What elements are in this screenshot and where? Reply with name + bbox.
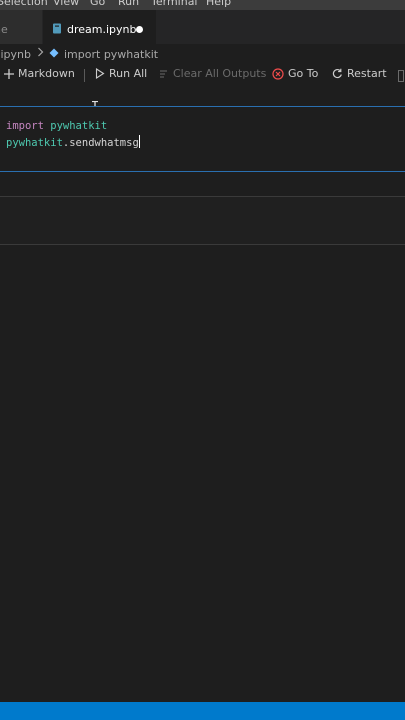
unsaved-dot-icon[interactable] (136, 26, 143, 33)
tab-label: dream.ipynb (67, 23, 137, 36)
breadcrumb-file[interactable]: .ipynb (0, 48, 31, 61)
editor-tab-bar: ne dream.ipynb (0, 10, 405, 44)
menu-item-help[interactable]: Help (206, 0, 231, 8)
restart-button[interactable]: Restart (332, 67, 387, 80)
menu-bar: Selection View Go Run Terminal Help (0, 0, 405, 10)
go-to-button[interactable]: Go To (272, 67, 318, 80)
markdown-label: Markdown (18, 67, 75, 80)
tab-inactive-label: ne (0, 23, 8, 36)
play-icon (95, 68, 105, 79)
notebook-toolbar: Markdown Run All Clear All Outputs Go To… (0, 64, 405, 86)
menu-item-terminal[interactable]: Terminal (151, 0, 198, 8)
clear-all-icon (160, 69, 167, 78)
toolbar-divider (84, 69, 85, 82)
restart-label: Restart (347, 67, 387, 80)
notebook-icon (53, 23, 61, 34)
empty-cell[interactable] (0, 196, 405, 245)
chevron-right-icon (37, 47, 44, 60)
tab-dream-ipynb[interactable]: dream.ipynb (43, 10, 156, 44)
menu-item-go[interactable]: Go (90, 0, 105, 8)
clear-all-outputs-button[interactable]: Clear All Outputs (159, 67, 266, 80)
code-object: pywhatkit (6, 137, 63, 149)
status-bar (0, 702, 405, 720)
run-all-label: Run All (109, 67, 148, 80)
menu-item-view[interactable]: View (53, 0, 79, 8)
code-member: sendwhatmsg (69, 137, 139, 149)
code-line-1: import pywhatkit (6, 118, 140, 135)
code-cell[interactable]: import pywhatkit pywhatkit.sendwhatmsg (0, 106, 405, 172)
menu-item-selection[interactable]: Selection (0, 0, 48, 8)
code-module: pywhatkit (50, 120, 108, 132)
go-to-label: Go To (288, 67, 319, 80)
run-all-button[interactable]: Run All (95, 67, 147, 80)
error-circle-icon (272, 67, 284, 80)
code-keyword: import (6, 120, 44, 132)
code-line-2: pywhatkit.sendwhatmsg (6, 135, 140, 152)
plus-icon (4, 68, 14, 79)
code-editor[interactable]: import pywhatkit pywhatkit.sendwhatmsg (6, 118, 140, 152)
tab-inactive[interactable]: ne (0, 10, 42, 44)
clear-all-outputs-label: Clear All Outputs (173, 67, 267, 80)
markdown-button[interactable]: Markdown (4, 67, 75, 80)
restart-icon (332, 68, 342, 79)
text-cursor (138, 135, 140, 148)
breadcrumb-symbol[interactable]: import pywhatkit (64, 48, 158, 61)
breadcrumb: .ipynb import pywhatkit (0, 44, 405, 66)
cube-icon (49, 48, 59, 61)
more-actions-icon[interactable] (398, 70, 404, 82)
menu-item-run[interactable]: Run (118, 0, 139, 8)
